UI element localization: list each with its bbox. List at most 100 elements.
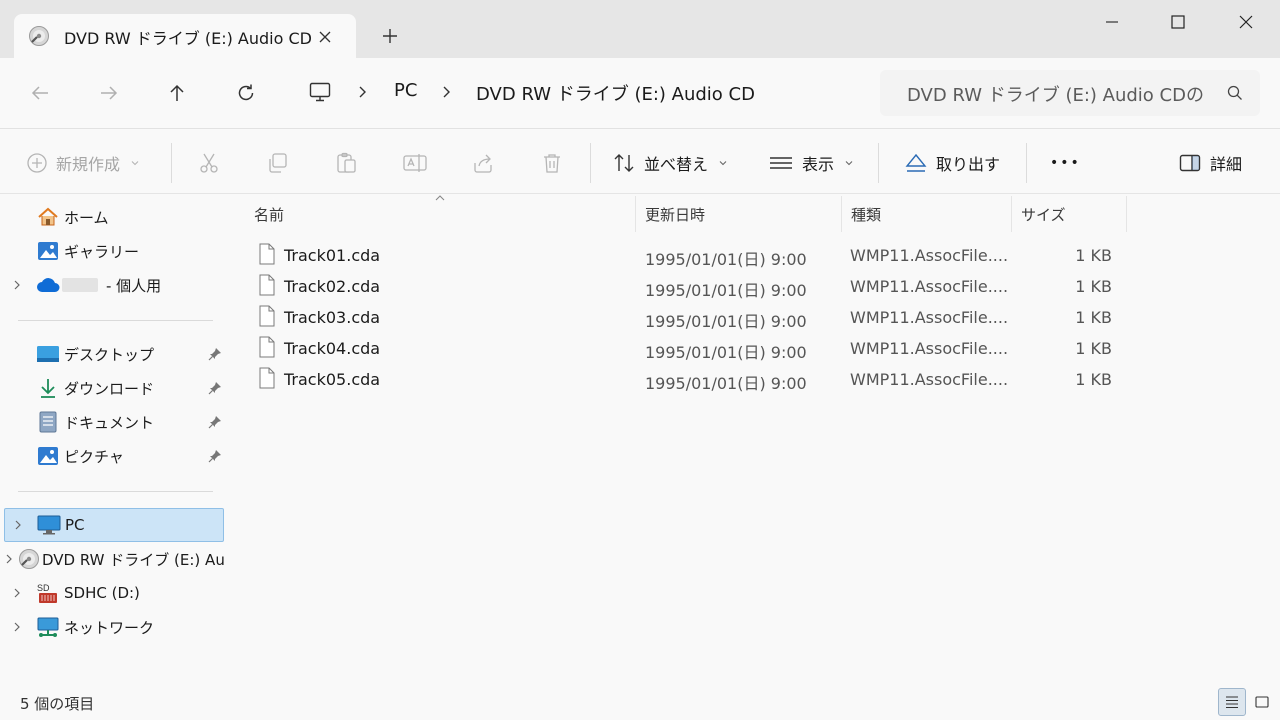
column-header-date[interactable]: 更新日時 — [645, 204, 705, 225]
file-icon — [258, 336, 276, 358]
nav-item-dvd-drive[interactable]: DVD RW ドライブ (E:) Audio CD — [4, 542, 224, 576]
copy-button[interactable] — [265, 149, 289, 177]
dvd-icon — [18, 548, 40, 570]
cut-button[interactable] — [197, 149, 221, 177]
pin-icon[interactable] — [208, 347, 222, 361]
column-divider[interactable] — [1126, 196, 1127, 232]
column-header-size[interactable]: サイズ — [1021, 204, 1066, 225]
chevron-right-icon[interactable] — [5, 519, 31, 531]
details-view-toggle[interactable] — [1218, 688, 1246, 716]
chevron-right-icon[interactable] — [356, 82, 370, 102]
search-icon[interactable] — [1226, 84, 1244, 102]
paste-button[interactable] — [334, 149, 358, 177]
nav-item-label: ホーム — [64, 208, 109, 227]
search-placeholder: DVD RW ドライブ (E:) Audio CDの検索 — [907, 85, 1203, 106]
pin-icon[interactable] — [208, 381, 222, 395]
nav-item-home[interactable]: ホーム — [4, 200, 224, 234]
nav-item-sd-card[interactable]: SD SDHC (D:) — [4, 576, 224, 610]
navigation-pane: ホーム ギャラリー - 個人用 デスクトップ ダウンロード ドキュメント ピクチ… — [0, 194, 232, 684]
breadcrumb-pc[interactable]: PC — [394, 80, 417, 101]
tab-close-icon[interactable] — [314, 26, 336, 48]
pin-icon[interactable] — [208, 449, 222, 463]
refresh-button[interactable] — [233, 80, 259, 106]
forward-button[interactable] — [96, 80, 122, 106]
paste-icon — [337, 152, 356, 173]
nav-item-gallery[interactable]: ギャラリー — [4, 234, 224, 268]
nav-item-pictures[interactable]: ピクチャ — [4, 439, 224, 473]
breadcrumb-current[interactable]: DVD RW ドライブ (E:) Audio CD — [476, 80, 755, 106]
sort-button[interactable]: 並べ替え — [612, 149, 728, 177]
table-row[interactable]: Track05.cda 1995/01/01(日) 9:00 WMP11.Ass… — [250, 365, 1130, 396]
sort-ascending-indicator-icon — [434, 194, 446, 202]
details-view-icon — [1226, 696, 1238, 709]
nav-item-documents[interactable]: ドキュメント — [4, 405, 224, 439]
search-box[interactable]: DVD RW ドライブ (E:) Audio CDの検索 — [880, 70, 1260, 116]
delete-button[interactable] — [540, 149, 564, 177]
file-date: 1995/01/01(日) 9:00 — [645, 250, 807, 269]
minimize-button[interactable] — [1092, 8, 1132, 36]
chevron-right-icon[interactable] — [4, 279, 30, 291]
computer-icon — [308, 80, 332, 104]
nav-item-desktop[interactable]: デスクトップ — [4, 337, 224, 371]
file-name: Track01.cda — [284, 246, 381, 265]
nav-item-label: ピクチャ — [64, 447, 124, 466]
file-type: WMP11.AssocFile.... — [850, 370, 1009, 389]
new-button[interactable]: 新規作成 — [26, 149, 140, 177]
file-type: WMP11.AssocFile.... — [850, 339, 1009, 358]
documents-icon — [34, 411, 62, 433]
rename-button[interactable] — [402, 149, 428, 177]
file-list: 名前 更新日時 種類 サイズ Track01.cda 1995/01/01(日)… — [232, 194, 1280, 684]
details-pane-button[interactable]: 詳細 — [1178, 149, 1242, 177]
plus-circle-icon — [27, 153, 47, 173]
column-divider[interactable] — [1011, 196, 1012, 232]
nav-item-downloads[interactable]: ダウンロード — [4, 371, 224, 405]
nav-item-pc[interactable]: PC — [4, 508, 224, 542]
chevron-right-icon[interactable] — [4, 553, 14, 565]
rename-icon — [403, 154, 427, 172]
chevron-right-icon[interactable] — [4, 621, 30, 633]
tiles-view-toggle[interactable] — [1250, 688, 1274, 716]
tab-active[interactable]: DVD RW ドライブ (E:) Audio CD — [14, 14, 356, 58]
status-bar: 5 個の項目 — [0, 684, 1280, 720]
chevron-right-icon[interactable] — [4, 587, 30, 599]
pin-icon[interactable] — [208, 415, 222, 429]
table-row[interactable]: Track01.cda 1995/01/01(日) 9:00 WMP11.Ass… — [250, 241, 1130, 272]
share-icon — [474, 154, 492, 173]
maximize-button[interactable] — [1158, 8, 1198, 36]
sort-icon — [614, 154, 634, 172]
details-label: 詳細 — [1210, 155, 1243, 174]
nav-item-label: ドキュメント — [64, 413, 155, 432]
details-pane-icon — [1179, 154, 1201, 172]
share-button[interactable] — [471, 149, 495, 177]
column-header-type[interactable]: 種類 — [851, 204, 881, 225]
column-divider[interactable] — [635, 196, 636, 232]
more-options-button[interactable]: ••• — [1050, 149, 1081, 177]
file-icon — [258, 367, 276, 389]
table-row[interactable]: Track03.cda 1995/01/01(日) 9:00 WMP11.Ass… — [250, 303, 1130, 334]
item-count: 5 個の項目 — [20, 695, 95, 713]
trash-icon — [544, 154, 560, 173]
nav-item-label: ギャラリー — [64, 242, 140, 261]
nav-item-network[interactable]: ネットワーク — [4, 610, 224, 644]
address-row: PC DVD RW ドライブ (E:) Audio CD DVD RW ドライブ… — [0, 58, 1280, 128]
nav-item-label: ネットワーク — [64, 618, 155, 637]
file-type: WMP11.AssocFile.... — [850, 277, 1009, 296]
table-row[interactable]: Track04.cda 1995/01/01(日) 9:00 WMP11.Ass… — [250, 334, 1130, 365]
eject-button[interactable]: 取り出す — [904, 149, 1000, 177]
file-date: 1995/01/01(日) 9:00 — [645, 374, 807, 393]
file-name: Track03.cda — [284, 308, 381, 327]
up-button[interactable] — [164, 80, 190, 106]
close-window-button[interactable] — [1226, 8, 1266, 36]
chevron-right-icon[interactable] — [440, 82, 454, 102]
desktop-icon — [34, 344, 62, 364]
sort-label: 並べ替え — [644, 155, 709, 174]
new-tab-button[interactable] — [378, 24, 402, 48]
back-button[interactable] — [27, 80, 53, 106]
file-name: Track02.cda — [284, 277, 381, 296]
view-button[interactable]: 表示 — [768, 149, 854, 177]
column-divider[interactable] — [841, 196, 842, 232]
table-row[interactable]: Track02.cda 1995/01/01(日) 9:00 WMP11.Ass… — [250, 272, 1130, 303]
column-header-name[interactable]: 名前 — [254, 204, 284, 225]
file-icon — [258, 243, 276, 265]
nav-item-onedrive[interactable]: - 個人用 — [4, 268, 224, 302]
